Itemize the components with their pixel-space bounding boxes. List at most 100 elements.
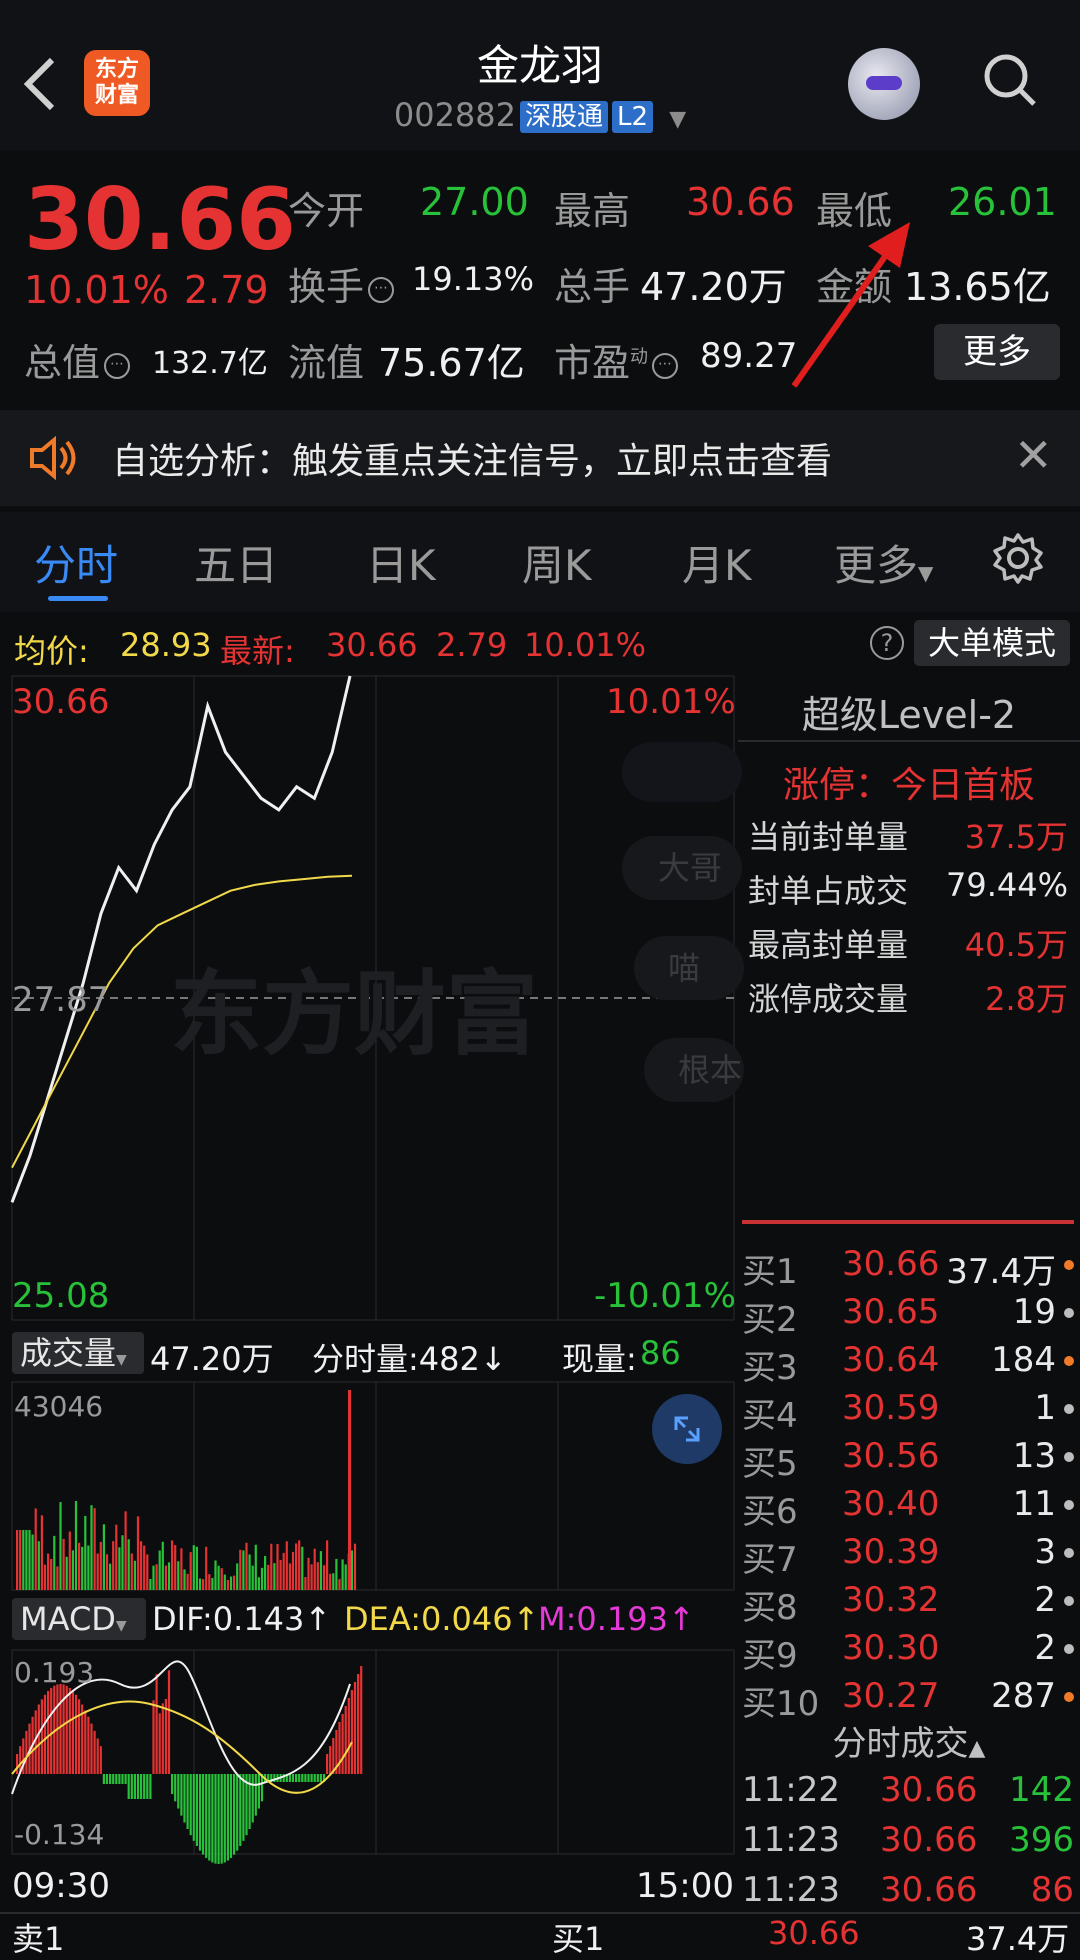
robot-avatar-icon[interactable] bbox=[848, 48, 920, 120]
bid-row[interactable]: 买8 30.32 2 bbox=[742, 1580, 1076, 1628]
macd-bar bbox=[316, 1774, 319, 1782]
volume-bar bbox=[239, 1549, 242, 1590]
float-label: 流值 bbox=[288, 341, 365, 385]
volume-bar bbox=[34, 1508, 37, 1590]
expand-icon[interactable] bbox=[652, 1394, 722, 1464]
stock-code-row[interactable]: 002882 深股通 L2 ▼ bbox=[0, 96, 1080, 134]
info-dots-icon[interactable]: ⋯ bbox=[652, 352, 679, 379]
macd-bar bbox=[186, 1774, 189, 1829]
bid-row[interactable]: 买3 30.64 184 bbox=[742, 1340, 1076, 1388]
bid-row[interactable]: 买6 30.40 11 bbox=[742, 1484, 1076, 1532]
bid-row[interactable]: 买10 30.27 287 bbox=[742, 1676, 1076, 1724]
buy1-label: 买1 bbox=[552, 1920, 605, 1958]
caret-up-icon: ▲ bbox=[968, 1736, 986, 1761]
bid-row[interactable]: 买1 30.66 37.4万 bbox=[742, 1244, 1076, 1292]
volume-selector[interactable]: 成交量▼ bbox=[12, 1332, 144, 1374]
volume-bar bbox=[326, 1540, 329, 1590]
bid-row[interactable]: 买2 30.65 19 bbox=[742, 1292, 1076, 1340]
turnover-label[interactable]: 换手 ⋯ bbox=[288, 256, 398, 311]
volume-bar bbox=[329, 1573, 332, 1590]
macd-bar bbox=[180, 1774, 183, 1816]
macd-bar bbox=[233, 1774, 236, 1855]
info-dots-icon[interactable]: ⋯ bbox=[104, 352, 131, 379]
tab-more[interactable]: 更多▼ bbox=[834, 532, 933, 593]
y-axis-top: 30.66 bbox=[12, 682, 110, 722]
bid-volume: 37.4万 bbox=[946, 1252, 1056, 1292]
volume-bar bbox=[31, 1534, 34, 1590]
bid-price: 30.59 bbox=[842, 1388, 940, 1428]
sell1-label: 卖1 bbox=[12, 1920, 65, 1958]
bid-row[interactable]: 买7 30.39 3 bbox=[742, 1532, 1076, 1580]
volume-bar bbox=[350, 1550, 353, 1590]
macd-bar bbox=[16, 1754, 19, 1774]
volume-bar bbox=[167, 1562, 171, 1590]
macd-bar bbox=[112, 1774, 115, 1784]
volume-bar bbox=[332, 1573, 335, 1590]
macd-bar bbox=[192, 1774, 195, 1841]
volume-label: 总手 bbox=[554, 265, 631, 309]
bid-row[interactable]: 买5 30.56 13 bbox=[742, 1436, 1076, 1484]
volume-bar bbox=[279, 1560, 282, 1590]
level2-title[interactable]: 超级Level-2 bbox=[738, 684, 1080, 739]
tab-monthly-k[interactable]: 月K bbox=[682, 532, 752, 593]
macd-bar bbox=[84, 1710, 87, 1774]
bid-price: 30.32 bbox=[842, 1580, 940, 1620]
volume-bar bbox=[260, 1567, 264, 1590]
stock-code: 002882 bbox=[393, 96, 516, 134]
macd-top: 0.193 bbox=[14, 1656, 95, 1689]
tab-intraday[interactable]: 分时 bbox=[34, 532, 118, 593]
more-button[interactable]: 更多 bbox=[934, 324, 1060, 380]
pe-label[interactable]: 市盈动 ⋯ bbox=[554, 332, 682, 387]
bid-dot-icon bbox=[1064, 1644, 1074, 1654]
help-icon[interactable]: ? bbox=[870, 626, 904, 660]
macd-bar bbox=[208, 1774, 211, 1861]
macd-bar bbox=[43, 1694, 47, 1774]
time-start: 09:30 bbox=[12, 1866, 110, 1906]
close-icon[interactable]: ✕ bbox=[1014, 428, 1053, 482]
volume-bar bbox=[338, 1579, 341, 1590]
macd-bar bbox=[143, 1774, 146, 1799]
macd-bar bbox=[124, 1774, 127, 1784]
search-icon[interactable] bbox=[982, 52, 1038, 108]
volume-bar bbox=[171, 1540, 174, 1590]
volume-bar bbox=[233, 1575, 236, 1590]
big-order-mode-button[interactable]: 大单模式 bbox=[914, 620, 1070, 666]
bid-volume: 287 bbox=[991, 1676, 1056, 1716]
tab-weekly-k[interactable]: 周K bbox=[522, 532, 592, 593]
macd-bar bbox=[338, 1722, 341, 1774]
mktcap-label[interactable]: 总值 ⋯ bbox=[24, 332, 134, 387]
banner-text[interactable]: 自选分析：触发重点关注信号，立即点击查看 bbox=[112, 432, 832, 484]
caret-down-icon[interactable]: ▼ bbox=[669, 107, 686, 132]
volume-bar bbox=[208, 1574, 211, 1590]
info-dots-icon[interactable]: ⋯ bbox=[368, 276, 395, 303]
volume-bar bbox=[282, 1552, 285, 1590]
macd-bar bbox=[226, 1774, 229, 1861]
latest-label: 最新: bbox=[220, 632, 295, 670]
caret-down-icon: ▼ bbox=[116, 1352, 127, 1368]
volume-bar bbox=[22, 1530, 25, 1590]
chip-genben[interactable]: 根本 bbox=[644, 1038, 744, 1102]
volume-bar bbox=[56, 1566, 59, 1590]
volume-bar bbox=[344, 1564, 347, 1590]
macd-bar bbox=[357, 1674, 360, 1774]
tab-daily-k[interactable]: 日K bbox=[366, 532, 436, 593]
volume-bar bbox=[105, 1554, 109, 1590]
macd-bar bbox=[248, 1774, 251, 1829]
macd-bar bbox=[329, 1746, 332, 1774]
indicator-selector[interactable]: MACD▼ bbox=[12, 1598, 146, 1640]
macd-bar bbox=[96, 1738, 99, 1774]
chip-dage[interactable]: 大哥 bbox=[622, 836, 742, 900]
chip-miao[interactable]: 喵 bbox=[634, 936, 744, 1000]
bid-row[interactable]: 买9 30.30 2 bbox=[742, 1628, 1076, 1676]
bid-row[interactable]: 买4 30.59 1 bbox=[742, 1388, 1076, 1436]
turnover-value: 19.13% bbox=[412, 260, 535, 298]
bid-dot-icon bbox=[1064, 1500, 1074, 1510]
limit-stat-label: 封单占成交 bbox=[748, 872, 909, 910]
bottom-order-bar: 卖1 买1 30.66 37.4万 bbox=[0, 1912, 1080, 1958]
macd-bar bbox=[239, 1774, 242, 1847]
gear-icon[interactable] bbox=[992, 532, 1044, 584]
limit-up-title: 涨停：今日首板 bbox=[782, 765, 1035, 806]
macd-bar bbox=[158, 1713, 161, 1774]
tab-five-day[interactable]: 五日 bbox=[194, 532, 278, 593]
trade-row: 11:22 30.66 142 bbox=[742, 1770, 1074, 1816]
